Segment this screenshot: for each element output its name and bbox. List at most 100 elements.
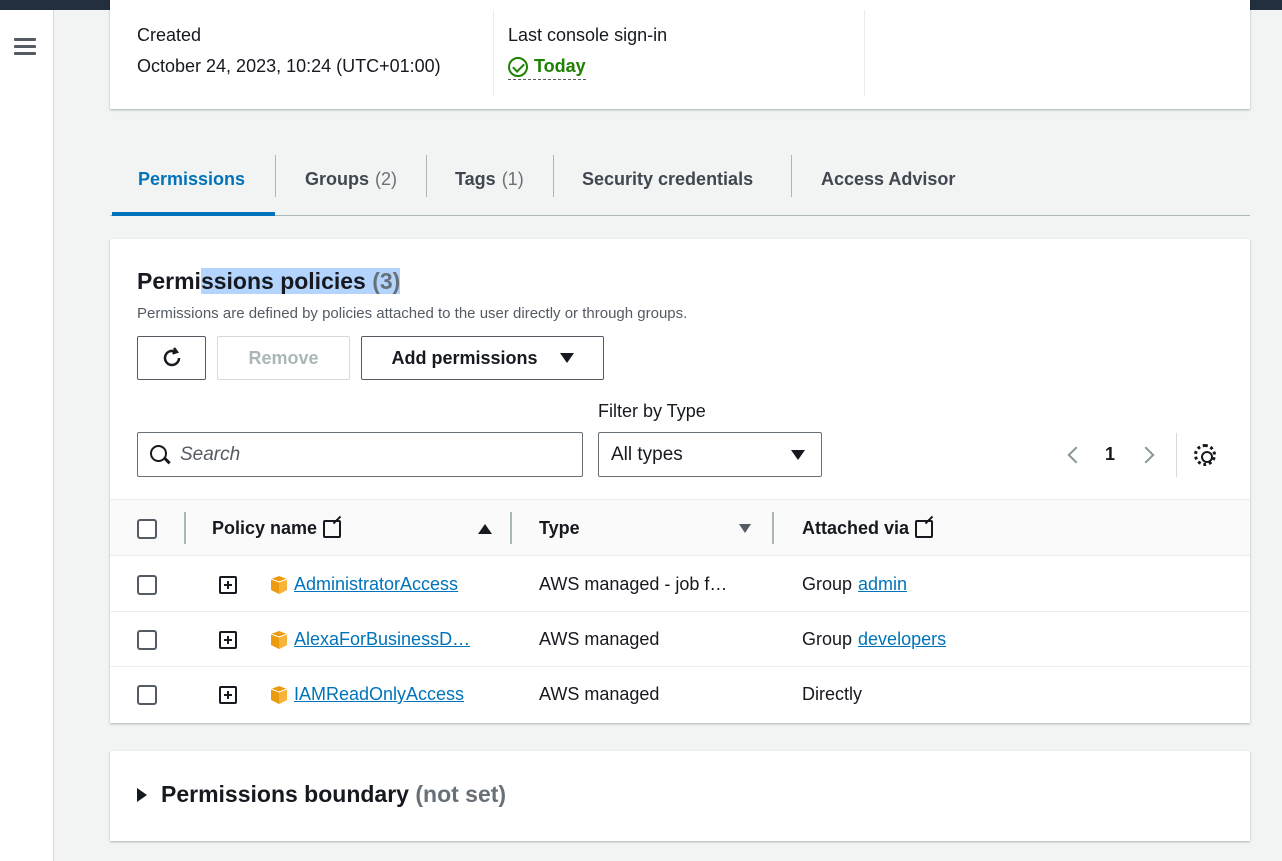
row-select-cell <box>137 667 157 722</box>
row-checkbox[interactable] <box>137 684 157 705</box>
tab-groups[interactable]: Groups (2) <box>305 156 397 202</box>
permissions-description: Permissions are defined by policies atta… <box>137 305 688 322</box>
external-link-icon <box>323 519 342 538</box>
tab-divider <box>275 155 276 197</box>
add-permissions-label: Add permissions <box>391 347 538 368</box>
tab-tags[interactable]: Tags (1) <box>455 156 524 202</box>
group-link[interactable]: admin <box>858 574 907 595</box>
boundary-status: (not set) <box>415 781 507 807</box>
user-summary-card: Created October 24, 2023, 10:24 (UTC+01:… <box>110 0 1250 109</box>
previous-page-icon[interactable] <box>1067 446 1085 464</box>
table-row: AlexaForBusinessD… AWS managed Group dev… <box>110 612 1250 667</box>
aws-cube-icon <box>268 629 290 651</box>
attached-via-prefix: Group <box>802 629 853 649</box>
column-divider <box>772 512 774 544</box>
policy-link[interactable]: IAMReadOnlyAccess <box>294 684 464 705</box>
column-header-attached-via[interactable]: Attached via <box>802 500 934 557</box>
hamburger-menu-icon[interactable] <box>14 38 36 58</box>
type-filter-select[interactable]: All types <box>598 432 822 477</box>
aws-cube-icon <box>268 684 290 706</box>
caret-right-icon <box>137 787 147 802</box>
policy-type-cell: AWS managed <box>539 684 660 704</box>
created-section: Created October 24, 2023, 10:24 (UTC+01:… <box>110 10 494 96</box>
boundary-title: Permissions boundary <box>161 781 409 807</box>
tab-label: Access Advisor <box>821 168 956 189</box>
row-select-cell <box>137 612 157 667</box>
search-icon <box>150 444 170 465</box>
caret-down-icon <box>791 449 805 460</box>
column-divider <box>510 512 512 544</box>
table-row: AdministratorAccess AWS managed - job f…… <box>110 557 1250 612</box>
column-label: Type <box>539 518 580 538</box>
column-header-policy-name[interactable]: Policy name <box>212 500 492 557</box>
tab-label: Permissions <box>138 168 246 189</box>
user-detail-tabs: Permissions Groups (2) Tags (1) Security… <box>110 150 1250 216</box>
policy-link[interactable]: AdministratorAccess <box>294 574 458 595</box>
caret-down-icon <box>559 353 574 363</box>
next-page-icon[interactable] <box>1137 446 1155 464</box>
column-label: Attached via <box>802 518 910 538</box>
column-label: Policy name <box>212 518 318 538</box>
current-page-number[interactable]: 1 <box>1105 444 1115 465</box>
tab-permissions[interactable]: Permissions <box>138 156 245 202</box>
sort-descending-icon[interactable] <box>739 524 751 533</box>
row-expand-cell <box>219 667 237 722</box>
last-signin-label: Last console sign-in <box>508 25 668 45</box>
search-input[interactable] <box>180 443 560 466</box>
created-label: Created <box>137 25 202 45</box>
active-tab-indicator <box>112 212 275 216</box>
permissions-boundary-card: Permissions boundary (not set) <box>110 751 1250 841</box>
attached-via-cell: Group developers <box>802 612 946 667</box>
tab-label: Tags <box>455 168 496 189</box>
external-link-icon <box>915 519 934 538</box>
last-signin-value-wrap: Today <box>508 56 864 82</box>
tab-security-credentials[interactable]: Security credentials <box>582 156 753 202</box>
expand-plus-icon[interactable] <box>219 685 237 704</box>
permissions-policies-card: Permissions policies (3) Permissions are… <box>110 239 1250 723</box>
group-link[interactable]: developers <box>858 629 946 650</box>
side-navigation <box>0 10 54 861</box>
title-prefix: Permi <box>137 268 201 294</box>
last-signin-section: Last console sign-in Today <box>494 10 865 96</box>
tab-label: Security credentials <box>582 168 754 189</box>
aws-cube-icon <box>268 574 290 596</box>
tab-access-advisor[interactable]: Access Advisor <box>821 156 955 202</box>
select-all-cell <box>137 500 157 557</box>
expand-plus-icon[interactable] <box>219 575 237 594</box>
attached-via-cell: Group admin <box>802 557 907 612</box>
tab-count: (2) <box>375 168 398 189</box>
policy-name-cell: IAMReadOnlyAccess <box>268 667 464 722</box>
row-checkbox[interactable] <box>137 574 157 595</box>
search-field[interactable] <box>137 432 583 477</box>
permissions-policies-title: Permissions policies (3) <box>137 268 401 295</box>
attached-via-prefix: Directly <box>802 684 863 704</box>
permissions-boundary-toggle[interactable]: Permissions boundary (not set) <box>137 781 506 808</box>
policy-link[interactable]: AlexaForBusinessD… <box>294 629 470 650</box>
remove-button[interactable]: Remove <box>217 336 350 380</box>
attached-via-cell: Directly <box>802 667 862 722</box>
tab-label: Groups <box>305 168 370 189</box>
refresh-button[interactable] <box>137 336 206 380</box>
column-header-type[interactable]: Type <box>539 500 757 557</box>
select-all-checkbox[interactable] <box>137 518 157 539</box>
pagination-divider <box>1176 433 1177 477</box>
policy-type-cell: AWS managed - job f… <box>539 574 728 594</box>
row-checkbox[interactable] <box>137 629 157 650</box>
row-expand-cell <box>219 557 237 612</box>
table-row: IAMReadOnlyAccess AWS managed Directly <box>110 667 1250 722</box>
add-permissions-button[interactable]: Add permissions <box>361 336 604 380</box>
tab-divider <box>426 155 427 197</box>
attached-via-prefix: Group <box>802 574 853 594</box>
gear-icon[interactable] <box>1194 444 1216 466</box>
tab-count: (1) <box>501 168 524 189</box>
created-value: October 24, 2023, 10:24 (UTC+01:00) <box>137 56 441 76</box>
policy-name-cell: AdministratorAccess <box>268 557 458 612</box>
policies-table-header: Policy name Type Attached via <box>110 499 1250 556</box>
sort-ascending-icon[interactable] <box>478 523 492 534</box>
column-divider <box>184 512 186 544</box>
title-selected-text: ssions policies (3) <box>200 268 401 294</box>
tab-divider <box>553 155 554 197</box>
last-signin-status[interactable]: Today <box>508 56 586 80</box>
refresh-icon <box>163 347 180 367</box>
expand-plus-icon[interactable] <box>219 630 237 649</box>
